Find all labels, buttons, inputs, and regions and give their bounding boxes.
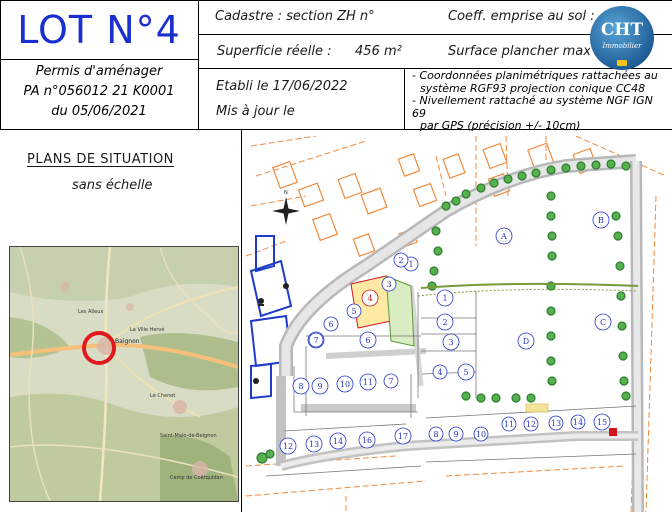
lot-number: 15 xyxy=(597,418,607,427)
lot-number: 10 xyxy=(340,380,350,389)
map-label: Les Alleux xyxy=(78,309,103,315)
lot-number: 9 xyxy=(317,382,322,391)
lot-number: 7 xyxy=(388,377,393,386)
lot-number: 13 xyxy=(309,440,319,449)
lot-number: 14 xyxy=(573,418,583,427)
lot-number: 14 xyxy=(333,437,343,446)
lot-number: 6 xyxy=(328,320,333,329)
svg-text:N: N xyxy=(284,190,288,196)
lot-number: 8 xyxy=(298,382,303,391)
plans-title: PLANS DE SITUATION xyxy=(27,152,174,167)
lot-number: 8 xyxy=(433,430,438,439)
note-line: - Coordonnées planimétriques rattachées … xyxy=(412,70,658,82)
lot-number: 10 xyxy=(476,430,486,439)
lot-number: 16 xyxy=(362,436,372,445)
cadastre-label: Cadastre : section ZH n° xyxy=(215,9,375,24)
block-letter: D xyxy=(523,337,529,346)
map-label: La Ville Hervé xyxy=(130,326,165,333)
lot-number: 2 xyxy=(442,318,447,327)
superficie-value: 456 m² xyxy=(355,44,402,59)
lot-number: 13 xyxy=(551,419,561,428)
divider-plans xyxy=(241,130,242,512)
lot-number: 5 xyxy=(463,368,468,377)
coefficient-label: Coeff. emprise au sol : xyxy=(448,9,595,24)
note-line: par GPS (précision +/- 10cm) xyxy=(420,119,581,132)
divider-row2 xyxy=(198,68,672,69)
map-label: Camp de Coëtquidan xyxy=(170,475,223,481)
lot-number: 11 xyxy=(504,420,514,429)
cht-immobilier-logo: CHT Immobilier xyxy=(590,6,654,70)
lot-number: 4 xyxy=(437,368,442,377)
map-label: Saint-Malo-de-Beignon xyxy=(160,433,217,439)
etabli-date: Etabli le 17/06/2022 xyxy=(216,79,348,94)
divider-notes xyxy=(404,68,405,130)
location-map-image: Baignon Les Alleux Le Chenot La Ville He… xyxy=(10,247,238,501)
lot-number: 5 xyxy=(351,307,356,316)
site-plan: N 1 2 3 4 5 6 8 9 10 11 12 13 14 15 16 1… xyxy=(246,136,672,512)
logo-badge xyxy=(617,60,627,66)
block-letter: B xyxy=(598,216,604,225)
lot-number: 3 xyxy=(448,338,453,347)
document-sheet: LOT N°4 Permis d'aménager PA n°056012 21… xyxy=(0,0,672,512)
lot-number: 2 xyxy=(398,256,403,265)
location-map: Baignon Les Alleux Le Chenot La Ville He… xyxy=(9,246,239,502)
surface-plancher-label: Surface plancher max : xyxy=(448,44,590,59)
lot-number: 11 xyxy=(363,378,373,387)
lot-number: 7 xyxy=(313,336,318,345)
survey-notes: - Coordonnées planimétriques rattachées … xyxy=(412,70,670,133)
lot-number: 1 xyxy=(442,294,447,303)
map-label: Le Chenot xyxy=(150,393,175,399)
permis-number: PA n°056012 21 K0001 xyxy=(23,84,175,99)
permis-block: Permis d'aménager PA n°056012 21 K0001 d… xyxy=(0,62,198,122)
block-letter: C xyxy=(600,318,606,327)
site-plan-drawing: N 1234568 9 10 1112 13 141516 1712356747… xyxy=(246,136,672,512)
lot-number: 6 xyxy=(365,336,370,345)
plans-subtitle: sans échelle xyxy=(72,178,153,193)
note-line: - Nivellement rattaché au système NGF IG… xyxy=(412,94,653,120)
logo-subtext: Immobilier xyxy=(602,42,642,50)
logo-text: CHT xyxy=(600,20,644,40)
map-label: Baignon xyxy=(115,338,140,345)
lot-number: 4 xyxy=(367,294,372,303)
yellow-zone xyxy=(525,403,549,413)
permis-date: du 05/06/2021 xyxy=(51,104,147,119)
lot-number: 12 xyxy=(526,420,536,429)
superficie-label: Superficie réelle : xyxy=(217,44,332,59)
lot-number: 17 xyxy=(398,432,408,441)
mis-a-jour-label: Mis à jour le xyxy=(216,104,295,119)
lot-number: 1 xyxy=(408,260,413,269)
divider-vertical xyxy=(198,0,199,130)
lot-number: 12 xyxy=(283,442,293,451)
permis-line: Permis d'aménager xyxy=(35,64,163,79)
lot-title: LOT N°4 xyxy=(17,8,181,52)
lot-number: 9 xyxy=(453,430,458,439)
block-letter: A xyxy=(500,232,507,241)
lot-number: 3 xyxy=(386,280,391,289)
